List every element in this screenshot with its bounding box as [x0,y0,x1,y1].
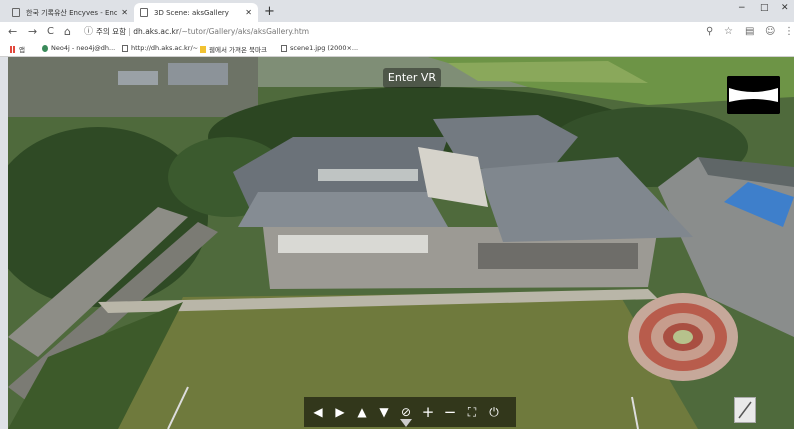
bookmark-label: 앱 [19,46,25,54]
url-path: /~tutor/Gallery/aks/aksGallery.htm [178,27,310,36]
pan-down-button[interactable]: ▼ [376,403,392,421]
new-tab-button[interactable]: + [264,4,275,20]
bookmark-label: scene1.jpg (2000×... [290,44,359,52]
autorotate-button[interactable]: ⏻ [486,403,502,421]
vr-thumbnail[interactable] [727,76,780,114]
page-icon [12,8,20,17]
minimize-button[interactable]: − [738,3,746,13]
address-bar[interactable]: 주의 요함 | dh.aks.ac.kr/~tutor/Gallery/aks/… [96,26,309,38]
zoom-out-button[interactable]: − [442,403,458,421]
maximize-button[interactable]: □ [760,3,769,13]
edit-bubble-icon[interactable] [734,397,756,423]
tab-strip: 한국 기록유산 Encyves - Encyve ✕ 3D Scene: aks… [0,0,794,22]
tab-aksgallery[interactable]: 3D Scene: aksGallery ✕ [134,3,258,22]
menu-icon[interactable]: ⋮ [784,25,794,39]
apps-icon [10,45,16,53]
forward-button[interactable]: → [28,25,37,39]
page-icon [122,44,128,52]
reload-button[interactable]: C [47,25,54,39]
vr-thumbnail-image [727,76,780,114]
chevron-down-icon[interactable] [400,419,412,427]
page-icon [140,8,148,17]
bookmark-label: http://dh.aks.ac.kr/~ [131,44,199,52]
security-label: 주의 요함 [96,27,126,36]
bookmark-apps[interactable]: 앱 [10,44,25,54]
tab-title: 3D Scene: aksGallery [154,8,229,17]
close-window-button[interactable]: ✕ [781,3,789,13]
back-button[interactable]: ← [8,25,17,39]
aerial-panorama-image [8,57,794,429]
panorama-viewport[interactable]: Enter VR ◀ ▶ ▲ ▼ ⊘ + − ⛶ ⏻ [8,57,794,429]
tab-encyves[interactable]: 한국 기록유산 Encyves - Encyve ✕ [6,3,134,22]
profile-icon[interactable]: ☺ [765,25,775,39]
info-icon[interactable]: ⓘ [84,25,93,39]
browser-toolbar: ← → C ⌂ ⓘ 주의 요함 | dh.aks.ac.kr/~tutor/Ga… [0,22,794,42]
fullscreen-button[interactable]: ⛶ [464,403,480,421]
close-tab-icon[interactable]: ✕ [245,8,252,17]
url-domain: dh.aks.ac.kr [133,27,179,36]
bookmarks-bar: 앱 Neo4j - neo4j@dh... http://dh.aks.ac.k… [0,42,794,57]
bookmark-neo4j[interactable]: Neo4j - neo4j@dh... [42,44,115,52]
folder-icon [200,45,206,53]
page-icon [281,44,287,52]
neo4j-icon [42,44,48,52]
extension-icon[interactable]: ▤ [745,25,754,39]
pan-right-button[interactable]: ▶ [332,403,348,421]
star-icon[interactable]: ☆ [724,25,733,39]
zoom-in-button[interactable]: + [420,403,436,421]
pan-left-button[interactable]: ◀ [310,403,326,421]
pan-up-button[interactable]: ▲ [354,403,370,421]
pencil-icon [738,401,752,419]
close-tab-icon[interactable]: ✕ [121,8,128,17]
enter-vr-button[interactable]: Enter VR [383,68,441,88]
zoom-icon[interactable]: ⚲ [706,25,713,39]
home-button[interactable]: ⌂ [64,25,71,39]
tab-title: 한국 기록유산 Encyves - Encyve [26,8,118,17]
bookmark-label: 웹에서 가져온 북마크 [209,46,267,54]
bookmark-dh[interactable]: http://dh.aks.ac.kr/~ [122,44,198,52]
bookmark-label: Neo4j - neo4j@dh... [51,44,116,52]
bookmark-scene1[interactable]: scene1.jpg (2000×... [281,44,358,52]
bookmark-folder[interactable]: 웹에서 가져온 북마크 [200,44,267,54]
